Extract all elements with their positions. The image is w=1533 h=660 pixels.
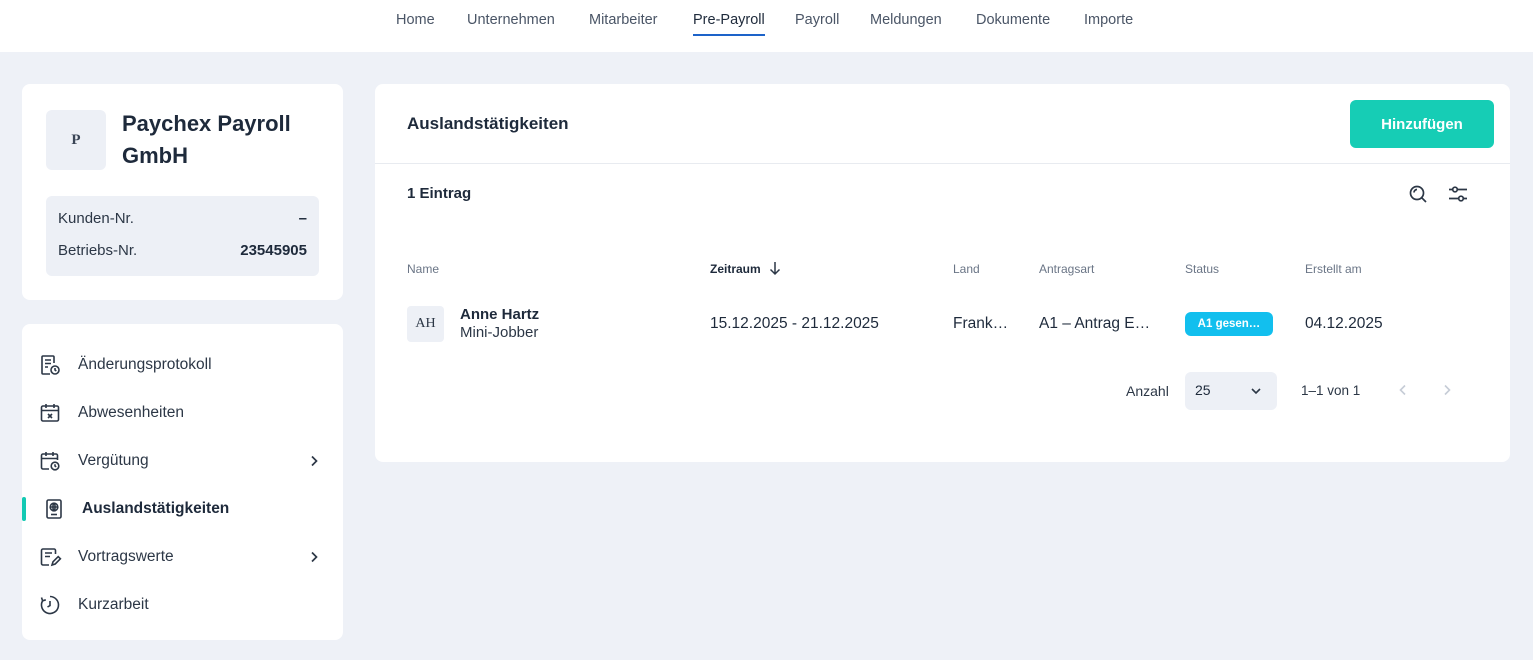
nav-importe[interactable]: Importe — [1084, 12, 1133, 36]
change-log-icon — [41, 355, 60, 375]
page-title: Auslandstätigkeiten — [407, 114, 569, 133]
sidebar-item-label: Vortragswerte — [78, 548, 174, 565]
sidebar-item-label: Kurzarbeit — [78, 596, 149, 613]
nav-unternehmen[interactable]: Unternehmen — [467, 12, 555, 36]
period-cell: 15.12.2025 - 21.12.2025 — [710, 315, 879, 332]
search-icon[interactable] — [1407, 183, 1429, 205]
customer-number-row: Kunden-Nr. – — [58, 210, 307, 230]
page-range: 1–1 von 1 — [1301, 383, 1361, 398]
timer-icon — [40, 595, 60, 615]
page-size-select[interactable]: 25 — [1185, 372, 1277, 410]
sidebar-item-abwesenheiten[interactable]: Abwesenheiten — [22, 393, 343, 433]
add-button[interactable]: Hinzufügen — [1350, 100, 1494, 148]
column-header-request-type[interactable]: Antragsart — [1039, 262, 1094, 276]
chevron-left-icon[interactable] — [1395, 382, 1411, 398]
chevron-right-icon[interactable] — [1439, 382, 1455, 398]
customer-number-label: Kunden-Nr. — [58, 210, 134, 227]
filter-sliders-icon[interactable] — [1447, 183, 1469, 205]
nav-meldungen[interactable]: Meldungen — [870, 12, 942, 36]
company-info-box: Kunden-Nr. – Betriebs-Nr. 23545905 — [46, 196, 319, 276]
sidebar-item-label: Auslandstätigkeiten — [82, 500, 230, 517]
sidebar-menu: Änderungsprotokoll Abwesenheiten Vergütu… — [22, 324, 343, 640]
company-card: P Paychex Payroll GmbH Kunden-Nr. – Betr… — [22, 84, 343, 300]
avatar: AH — [407, 306, 444, 342]
note-edit-icon — [40, 548, 62, 567]
request-type-cell: A1 – Antrag E… — [1039, 315, 1151, 332]
company-logo: P — [46, 110, 106, 170]
column-header-country[interactable]: Land — [953, 262, 980, 276]
nav-pre-payroll[interactable]: Pre-Payroll — [693, 12, 765, 36]
chevron-down-icon — [1251, 388, 1261, 395]
created-cell: 04.12.2025 — [1305, 315, 1383, 332]
nav-payroll[interactable]: Payroll — [795, 12, 839, 36]
page-size-label: Anzahl — [1126, 383, 1169, 399]
nav-dokumente[interactable]: Dokumente — [976, 12, 1050, 36]
sidebar-item-label: Abwesenheiten — [78, 404, 184, 421]
customer-number-value: – — [298, 210, 307, 227]
chevron-right-icon — [311, 455, 318, 467]
nav-mitarbeiter[interactable]: Mitarbeiter — [589, 12, 658, 36]
sidebar-item-label: Vergütung — [78, 452, 149, 469]
nav-home[interactable]: Home — [396, 12, 435, 36]
main-panel: Auslandstätigkeiten Hinzufügen 1 Eintrag… — [375, 84, 1510, 462]
company-name: Paychex Payroll GmbH — [122, 111, 291, 168]
top-navigation: Home Unternehmen Mitarbeiter Pre-Payroll… — [0, 0, 1533, 52]
employee-name: Anne Hartz — [460, 306, 540, 323]
entry-count: 1 Eintrag — [407, 185, 472, 202]
plant-number-label: Betriebs-Nr. — [58, 242, 138, 259]
plant-number-value: 23545905 — [240, 242, 307, 259]
chevron-right-icon — [311, 551, 318, 563]
column-header-name[interactable]: Name — [407, 262, 439, 276]
sidebar-item-aenderungsprotokoll[interactable]: Änderungsprotokoll — [22, 345, 343, 385]
country-cell: Frank… — [953, 315, 1009, 332]
column-header-created[interactable]: Erstellt am — [1305, 262, 1362, 276]
plant-number-row: Betriebs-Nr. 23545905 — [58, 242, 307, 262]
calendar-x-icon — [40, 404, 60, 422]
arrow-down-icon[interactable] — [768, 260, 782, 276]
status-badge: A1 gesen… — [1185, 312, 1273, 336]
column-header-status[interactable]: Status — [1185, 262, 1219, 276]
header-divider — [375, 163, 1510, 164]
sidebar-item-label: Änderungsprotokoll — [78, 356, 212, 373]
passport-globe-icon — [46, 499, 62, 519]
page-size-value: 25 — [1195, 382, 1211, 398]
active-indicator — [22, 497, 26, 521]
sidebar-item-vortragswerte[interactable]: Vortragswerte — [22, 537, 343, 577]
column-header-period[interactable]: Zeitraum — [710, 262, 761, 276]
employee-type: Mini-Jobber — [460, 324, 539, 341]
sidebar-item-auslandstaetigkeiten[interactable]: Auslandstätigkeiten — [22, 489, 343, 529]
sidebar-item-kurzarbeit[interactable]: Kurzarbeit — [22, 585, 343, 625]
calendar-clock-icon — [40, 452, 60, 471]
sidebar-item-verguetung[interactable]: Vergütung — [22, 441, 343, 481]
table-row[interactable]: AH Anne Hartz Mini-Jobber 15.12.2025 - 2… — [407, 304, 1487, 344]
